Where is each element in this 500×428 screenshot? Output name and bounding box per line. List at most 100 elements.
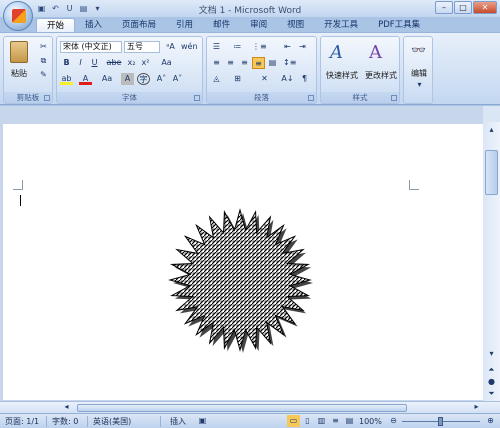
status-mode[interactable]: 插入 [170, 416, 186, 427]
horizontal-scrollbar[interactable]: ◂ ▸ [0, 401, 500, 413]
change-styles-icon[interactable]: A [369, 42, 382, 63]
tab-developer[interactable]: 开发工具 [314, 18, 368, 33]
minimize-button[interactable]: – [435, 1, 453, 14]
numbering-icon[interactable]: ≔ [231, 41, 244, 53]
edit-dropdown-icon[interactable]: ▾ [413, 79, 426, 91]
cut-icon[interactable]: ✂ [37, 41, 50, 53]
scroll-right-icon[interactable]: ▸ [470, 401, 483, 413]
paste-icon[interactable] [10, 41, 28, 63]
scroll-down-icon[interactable]: ▾ [485, 348, 498, 360]
zoom-level[interactable]: 100% [359, 416, 382, 427]
zoom-slider[interactable] [402, 417, 480, 426]
scroll-up-icon[interactable]: ▴ [485, 124, 498, 136]
prev-page-icon[interactable]: ⏶ [485, 364, 498, 376]
quick-styles-button[interactable]: 快速样式 [322, 69, 362, 82]
increase-indent-icon[interactable]: ⇥ [296, 41, 309, 53]
align-left-icon[interactable]: ≡ [210, 57, 223, 69]
change-styles-button[interactable]: 更改样式 [361, 69, 401, 82]
select-browse-object-icon[interactable]: ● [485, 376, 498, 388]
phonetic-guide-icon[interactable]: wén [181, 41, 198, 53]
superscript-button[interactable]: x² [139, 57, 152, 69]
strikethrough-button[interactable]: abe [105, 57, 123, 69]
styles-launcher-icon[interactable] [391, 95, 397, 101]
ruler-toggle[interactable] [483, 106, 500, 122]
grow-font-button[interactable]: A˄ [155, 73, 168, 85]
paste-button[interactable]: 粘贴 [6, 67, 32, 80]
outline-view-icon[interactable]: ≡ [329, 415, 342, 427]
status-words[interactable]: 字数: 0 [52, 416, 78, 427]
tab-page-layout[interactable]: 页面布局 [112, 18, 166, 33]
multilevel-list-icon[interactable]: ⋮≡ [252, 41, 267, 53]
decrease-indent-icon[interactable]: ⇤ [281, 41, 294, 53]
format-painter-icon[interactable]: ✎ [37, 69, 50, 81]
ribbon: 粘贴 ✂ ⧉ ✎ 剪贴板 宋体 (中文正) 五号 ᵃA wén B I U ab… [0, 32, 500, 105]
justify-icon[interactable]: ≡ [252, 57, 265, 69]
font-launcher-icon[interactable] [194, 95, 200, 101]
copy-icon[interactable]: ⧉ [37, 55, 50, 67]
horizontal-scroll-thumb[interactable] [77, 404, 407, 412]
underline-button[interactable]: U [88, 57, 101, 69]
case-button[interactable]: Aa [98, 73, 116, 85]
document-page[interactable] [3, 124, 483, 400]
close-button[interactable]: ✕ [473, 1, 497, 14]
font-color-icon[interactable]: A [79, 73, 92, 85]
borders-icon[interactable]: ⊞ [231, 73, 244, 85]
shading-icon[interactable]: ◬ [210, 73, 223, 85]
font-size-select[interactable]: 五号 [124, 41, 160, 53]
undo-icon[interactable]: ↶ [50, 3, 61, 14]
shrink-font-button[interactable]: A˅ [171, 73, 184, 85]
align-center-icon[interactable]: ≡ [224, 57, 237, 69]
zoom-in-icon[interactable]: ⊕ [484, 415, 497, 427]
print-layout-view-icon[interactable]: ▭ [287, 415, 300, 427]
tab-review[interactable]: 审阅 [240, 18, 277, 33]
macro-record-icon[interactable]: ▣ [196, 415, 209, 427]
status-language[interactable]: 英语(美国) [93, 416, 131, 427]
redo-icon[interactable]: U [64, 3, 75, 14]
zoom-slider-thumb[interactable] [438, 417, 443, 426]
line-spacing-icon[interactable]: ↕≡ [283, 57, 296, 69]
bullets-icon[interactable]: ☰ [210, 41, 223, 53]
clipboard-launcher-icon[interactable] [44, 95, 50, 101]
enclose-char-button[interactable]: 字 [137, 73, 150, 85]
binoculars-icon[interactable]: 👓 [411, 43, 426, 57]
paragraph-launcher-icon[interactable] [308, 95, 314, 101]
show-marks-icon[interactable]: ¶ [298, 73, 311, 85]
zoom-out-icon[interactable]: ⊖ [387, 415, 400, 427]
distributed-icon[interactable]: ▤ [266, 57, 279, 69]
tab-view[interactable]: 视图 [277, 18, 314, 33]
starburst-shape[interactable] [168, 208, 318, 358]
print-preview-icon[interactable]: ▤ [78, 3, 89, 14]
change-case-icon[interactable]: Aa [160, 57, 173, 69]
tab-insert[interactable]: 插入 [75, 18, 112, 33]
bold-button[interactable]: B [60, 57, 73, 69]
subscript-button[interactable]: x₂ [125, 57, 138, 69]
clear-format-icon[interactable]: ᵃA [164, 41, 177, 53]
char-shading-button[interactable]: A [121, 73, 134, 85]
vertical-scrollbar[interactable]: ▴ ▾ ⏶ ● ⏷ [483, 122, 500, 401]
tab-home[interactable]: 开始 [36, 18, 76, 33]
font-group-label: 字体 [57, 92, 202, 103]
sort-icon[interactable]: A↓ [281, 73, 294, 85]
align-right-icon[interactable]: ≡ [238, 57, 251, 69]
quick-styles-icon[interactable]: A [330, 42, 343, 63]
save-icon[interactable]: ▣ [36, 3, 47, 14]
styles-group: A A 快速样式 更改样式 样式 [320, 36, 400, 104]
highlight-icon[interactable]: ab [60, 73, 73, 85]
office-button[interactable] [3, 1, 33, 31]
customize-qat-icon[interactable]: ▾ [92, 3, 103, 14]
window-controls: – □ ✕ [435, 1, 497, 14]
status-page[interactable]: 页面: 1/1 [5, 416, 39, 427]
scroll-left-icon[interactable]: ◂ [60, 401, 73, 413]
tab-references[interactable]: 引用 [166, 18, 203, 33]
tab-pdf-tools[interactable]: PDF工具集 [368, 18, 430, 33]
full-screen-view-icon[interactable]: ▯ [301, 415, 314, 427]
next-page-icon[interactable]: ⏷ [485, 388, 498, 400]
web-layout-view-icon[interactable]: ▥ [315, 415, 328, 427]
italic-button[interactable]: I [74, 57, 87, 69]
maximize-button[interactable]: □ [454, 1, 472, 14]
font-name-select[interactable]: 宋体 (中文正) [60, 41, 122, 53]
tab-mailings[interactable]: 邮件 [203, 18, 240, 33]
chinese-layout-icon[interactable]: ✕ [258, 73, 271, 85]
vertical-scroll-thumb[interactable] [485, 150, 498, 195]
draft-view-icon[interactable]: ▤ [343, 415, 356, 427]
